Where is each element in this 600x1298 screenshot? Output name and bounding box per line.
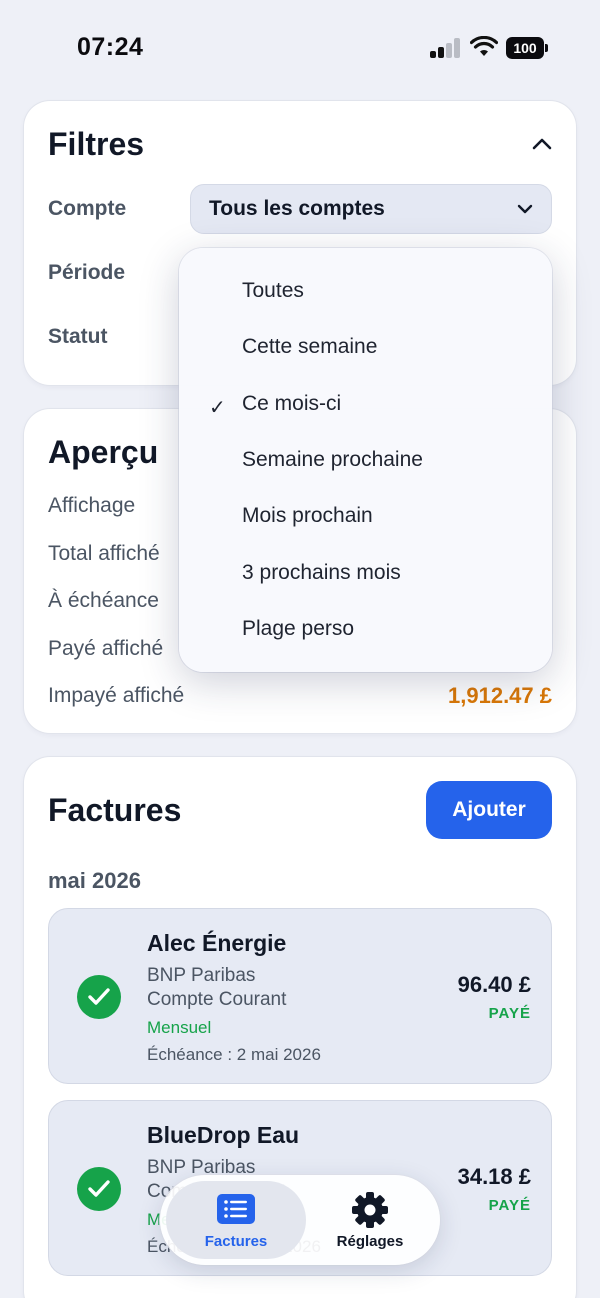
menu-item-label: Semaine prochaine [242, 448, 423, 471]
month-header: mai 2026 [48, 868, 141, 893]
cellular-signal-icon [430, 38, 462, 58]
menu-item-this-week[interactable]: Cette semaine [179, 320, 552, 376]
filters-title: Filtres [48, 126, 145, 162]
bill-name: Alec Énergie [147, 930, 287, 956]
bill-due-date: Échéance : 2 mai 2026 [147, 1045, 321, 1064]
overview-unpaid-value: 1,912.47 £ [448, 683, 552, 708]
period-dropdown-menu: Toutes Cette semaine ✓ Ce mois-ci Semain… [179, 248, 552, 672]
bill-amount: 96.40 £ [457, 972, 531, 997]
status-filter-label: Statut [48, 325, 108, 348]
bill-card[interactable]: Alec Énergie BNP Paribas Compte Courant … [48, 908, 552, 1084]
menu-item-next-month[interactable]: Mois prochain [179, 489, 552, 545]
wifi-icon [470, 36, 498, 56]
battery-icon: 100 [506, 37, 548, 59]
bill-amount: 34.18 £ [457, 1164, 531, 1189]
menu-item-label: 3 prochains mois [242, 561, 401, 584]
bill-frequency: Mensuel [147, 1018, 212, 1037]
tab-bills-label: Factures [204, 1233, 268, 1250]
menu-item-this-month[interactable]: ✓ Ce mois-ci [179, 377, 552, 433]
bill-status-badge: PAYÉ [488, 1005, 531, 1022]
tab-bar: Factures Réglages [160, 1175, 440, 1265]
checkmark-icon: ✓ [209, 397, 226, 419]
bill-name: BlueDrop Eau [147, 1122, 300, 1148]
bills-title: Factures [48, 792, 182, 828]
chevron-up-icon[interactable] [532, 137, 552, 151]
period-filter-label: Période [48, 261, 126, 284]
overview-unpaid-label: Impayé affiché [48, 684, 185, 707]
chevron-down-icon [517, 204, 533, 214]
paid-check-icon[interactable] [77, 975, 121, 1019]
tab-settings-label: Réglages [336, 1233, 404, 1250]
menu-item-custom-range[interactable]: Plage perso [179, 602, 552, 658]
tab-bills[interactable]: Factures [166, 1181, 306, 1259]
status-time: 07:24 [77, 33, 144, 61]
account-select[interactable]: Tous les comptes [190, 184, 552, 234]
menu-item-label: Mois prochain [242, 504, 373, 527]
menu-item-label: Plage perso [242, 617, 355, 640]
bill-status-badge: PAYÉ [488, 1197, 531, 1214]
overview-total-label: Total affiché [48, 542, 160, 565]
status-bar: 07:24 100 [0, 0, 600, 96]
bill-account: Compte Courant [147, 989, 287, 1010]
bill-bank: BNP Paribas [147, 965, 256, 986]
menu-item-next-3-months[interactable]: 3 prochains mois [179, 546, 552, 602]
menu-item-label: Ce mois-ci [242, 392, 342, 415]
menu-item-next-week[interactable]: Semaine prochaine [179, 433, 552, 489]
gear-icon [352, 1192, 388, 1228]
overview-paid-label: Payé affiché [48, 637, 164, 660]
account-select-value: Tous les comptes [209, 197, 385, 220]
menu-item-label: Cette semaine [242, 335, 378, 358]
tab-settings[interactable]: Réglages [300, 1181, 440, 1259]
battery-level: 100 [506, 37, 544, 59]
overview-display-label: Affichage [48, 494, 136, 517]
overview-title: Aperçu [48, 434, 159, 470]
menu-item-all[interactable]: Toutes [179, 264, 552, 320]
add-bill-button[interactable]: Ajouter [426, 781, 552, 839]
overview-due-label: À échéance [48, 589, 159, 612]
paid-check-icon[interactable] [77, 1167, 121, 1211]
list-icon [217, 1194, 255, 1224]
account-filter-label: Compte [48, 197, 127, 220]
menu-item-label: Toutes [242, 279, 304, 302]
